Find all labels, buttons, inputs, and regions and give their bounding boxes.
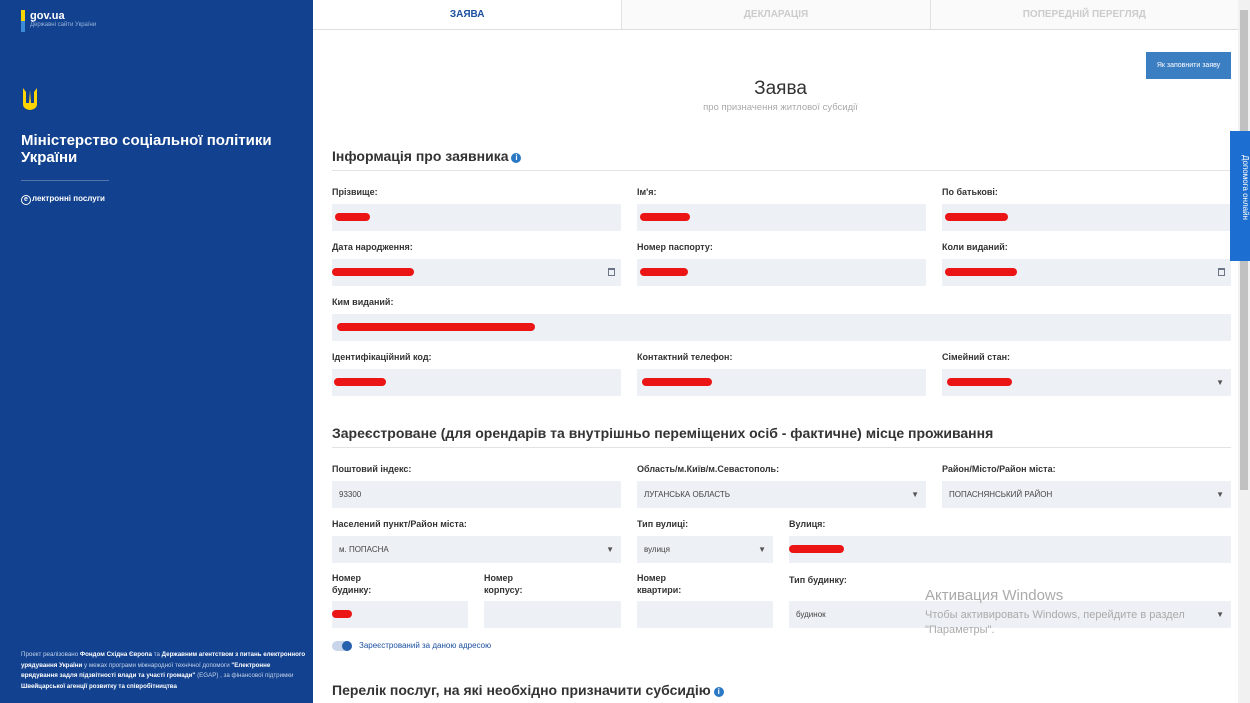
calendar-icon[interactable] xyxy=(608,268,615,276)
form-subtitle: про призначення житлової субсидії xyxy=(703,102,858,113)
dropdown-arrow-icon: ▼ xyxy=(758,545,766,554)
redaction xyxy=(945,268,1017,276)
scrollbar[interactable] xyxy=(1238,0,1250,703)
family-status-select[interactable]: ▼ xyxy=(942,369,1231,396)
ministry-title: Міністерство соціальної політики України xyxy=(21,132,272,166)
info-icon[interactable]: i xyxy=(511,153,522,163)
dropdown-arrow-icon: ▼ xyxy=(1216,490,1224,499)
gov-ua-logo[interactable]: gov.ua Державні сайти України xyxy=(21,10,96,32)
info-icon[interactable]: i xyxy=(713,687,724,697)
redaction xyxy=(642,378,712,386)
street-type-select[interactable]: вулиця ▼ xyxy=(637,536,773,563)
issued-by-field[interactable] xyxy=(332,314,1231,341)
eservices-label: лектронні послуги xyxy=(32,194,105,203)
help-online-label: Допомога онлайн xyxy=(1241,155,1250,220)
birth-date-field[interactable] xyxy=(332,259,621,286)
label-patronymic: По батькові: xyxy=(942,187,998,197)
passport-field[interactable] xyxy=(637,259,926,286)
label-korpus: Номер корпусу: xyxy=(484,573,523,595)
toggle-knob xyxy=(342,641,352,651)
tab-declaration[interactable]: ДЕКЛАРАЦІЯ xyxy=(621,0,930,29)
street-field[interactable] xyxy=(789,536,1231,563)
tax-id-field[interactable] xyxy=(332,369,621,396)
issued-date-field[interactable] xyxy=(942,259,1231,286)
tab-application[interactable]: ЗАЯВА xyxy=(313,0,622,29)
label-birth-date: Дата народження: xyxy=(332,242,413,252)
label-street-type: Тип вулиці: xyxy=(637,519,689,529)
apartment-field[interactable] xyxy=(637,601,773,628)
section-services: Перелік послуг, на які необхідно признач… xyxy=(332,682,1231,703)
label-postal: Поштовий індекс: xyxy=(332,464,412,474)
label-family-status: Сімейний стан: xyxy=(942,352,1011,362)
registered-toggle-label: Зареєстрований за даною адресою xyxy=(359,641,492,650)
redaction xyxy=(640,268,688,276)
watermark-text: Чтобы активировать Windows, перейдите в … xyxy=(925,609,1185,636)
raion-select[interactable]: ПОПАСНЯНСЬКИЙ РАЙОН ▼ xyxy=(942,481,1231,508)
eservices-link[interactable]: е лектронні послуги xyxy=(21,180,109,205)
surname-field[interactable] xyxy=(332,204,621,231)
section-applicant: Інформація про заявника i xyxy=(332,148,1231,171)
redaction xyxy=(789,545,844,553)
calendar-icon[interactable] xyxy=(1218,268,1225,276)
name-field[interactable] xyxy=(637,204,926,231)
redaction xyxy=(947,378,1012,386)
section-address: Зареєстроване (для орендарів та внутрішн… xyxy=(332,425,1231,448)
label-passport: Номер паспорту: xyxy=(637,242,713,252)
label-settlement: Населений пункт/Район міста: xyxy=(332,519,467,529)
redaction xyxy=(337,323,535,331)
redaction xyxy=(945,213,1008,221)
help-online-tab[interactable]: Допомога онлайн xyxy=(1230,131,1250,261)
label-surname: Прізвище: xyxy=(332,187,378,197)
label-raion: Район/Місто/Район міста: xyxy=(942,464,1056,474)
label-tax-id: Ідентифікаційний код: xyxy=(332,352,432,362)
redaction xyxy=(332,610,352,618)
tab-preview[interactable]: ПОПЕРЕДНІЙ ПЕРЕГЛЯД xyxy=(929,0,1238,29)
registered-toggle[interactable] xyxy=(332,641,352,651)
main-content: ЗАЯВА ДЕКЛАРАЦІЯ ПОПЕРЕДНІЙ ПЕРЕГЛЯД Як … xyxy=(313,0,1238,703)
label-name: Ім'я: xyxy=(637,187,657,197)
label-apartment: Номер квартири: xyxy=(637,573,682,595)
how-to-fill-button[interactable]: Як заповнити заяву xyxy=(1146,52,1231,79)
dropdown-arrow-icon: ▼ xyxy=(911,490,919,499)
label-house: Номер будинку: xyxy=(332,573,372,595)
label-issued-by: Ким виданий: xyxy=(332,297,394,307)
tab-bar: ЗАЯВА ДЕКЛАРАЦІЯ ПОПЕРЕДНІЙ ПЕРЕГЛЯД xyxy=(313,0,1238,30)
redaction xyxy=(332,268,414,276)
patronymic-field[interactable] xyxy=(942,204,1231,231)
trident-icon xyxy=(23,88,37,110)
label-phone: Контактний телефон: xyxy=(637,352,733,362)
redaction xyxy=(335,213,370,221)
phone-field[interactable] xyxy=(637,369,926,396)
settlement-select[interactable]: м. ПОПАСНА ▼ xyxy=(332,536,621,563)
footnote: Проект реалізовано Фондом Східна Європа … xyxy=(21,651,306,690)
gov-ua-title: gov.ua xyxy=(30,10,65,22)
redaction xyxy=(334,378,386,386)
dropdown-arrow-icon: ▼ xyxy=(1216,610,1224,619)
form-title: Заява xyxy=(754,78,807,99)
label-issued-date: Коли виданий: xyxy=(942,242,1008,252)
korpus-field[interactable] xyxy=(484,601,621,628)
e-icon: е xyxy=(21,195,31,205)
label-oblast: Область/м.Київ/м.Севастополь: xyxy=(637,464,780,474)
sidebar: gov.ua Державні сайти України Міністерств… xyxy=(0,0,313,703)
gov-ua-subtitle: Державні сайти України xyxy=(30,22,97,28)
redaction xyxy=(640,213,690,221)
flag-icon xyxy=(21,10,25,32)
watermark-title: Активация Windows xyxy=(925,587,1064,604)
house-field[interactable] xyxy=(332,601,468,628)
label-street: Вулиця: xyxy=(789,519,826,529)
postal-field[interactable]: 93300 xyxy=(332,481,621,508)
dropdown-arrow-icon: ▼ xyxy=(606,545,614,554)
label-building-type: Тип будинку: xyxy=(789,575,847,585)
oblast-select[interactable]: ЛУГАНСЬКА ОБЛАСТЬ ▼ xyxy=(637,481,926,508)
dropdown-arrow-icon: ▼ xyxy=(1216,378,1224,387)
